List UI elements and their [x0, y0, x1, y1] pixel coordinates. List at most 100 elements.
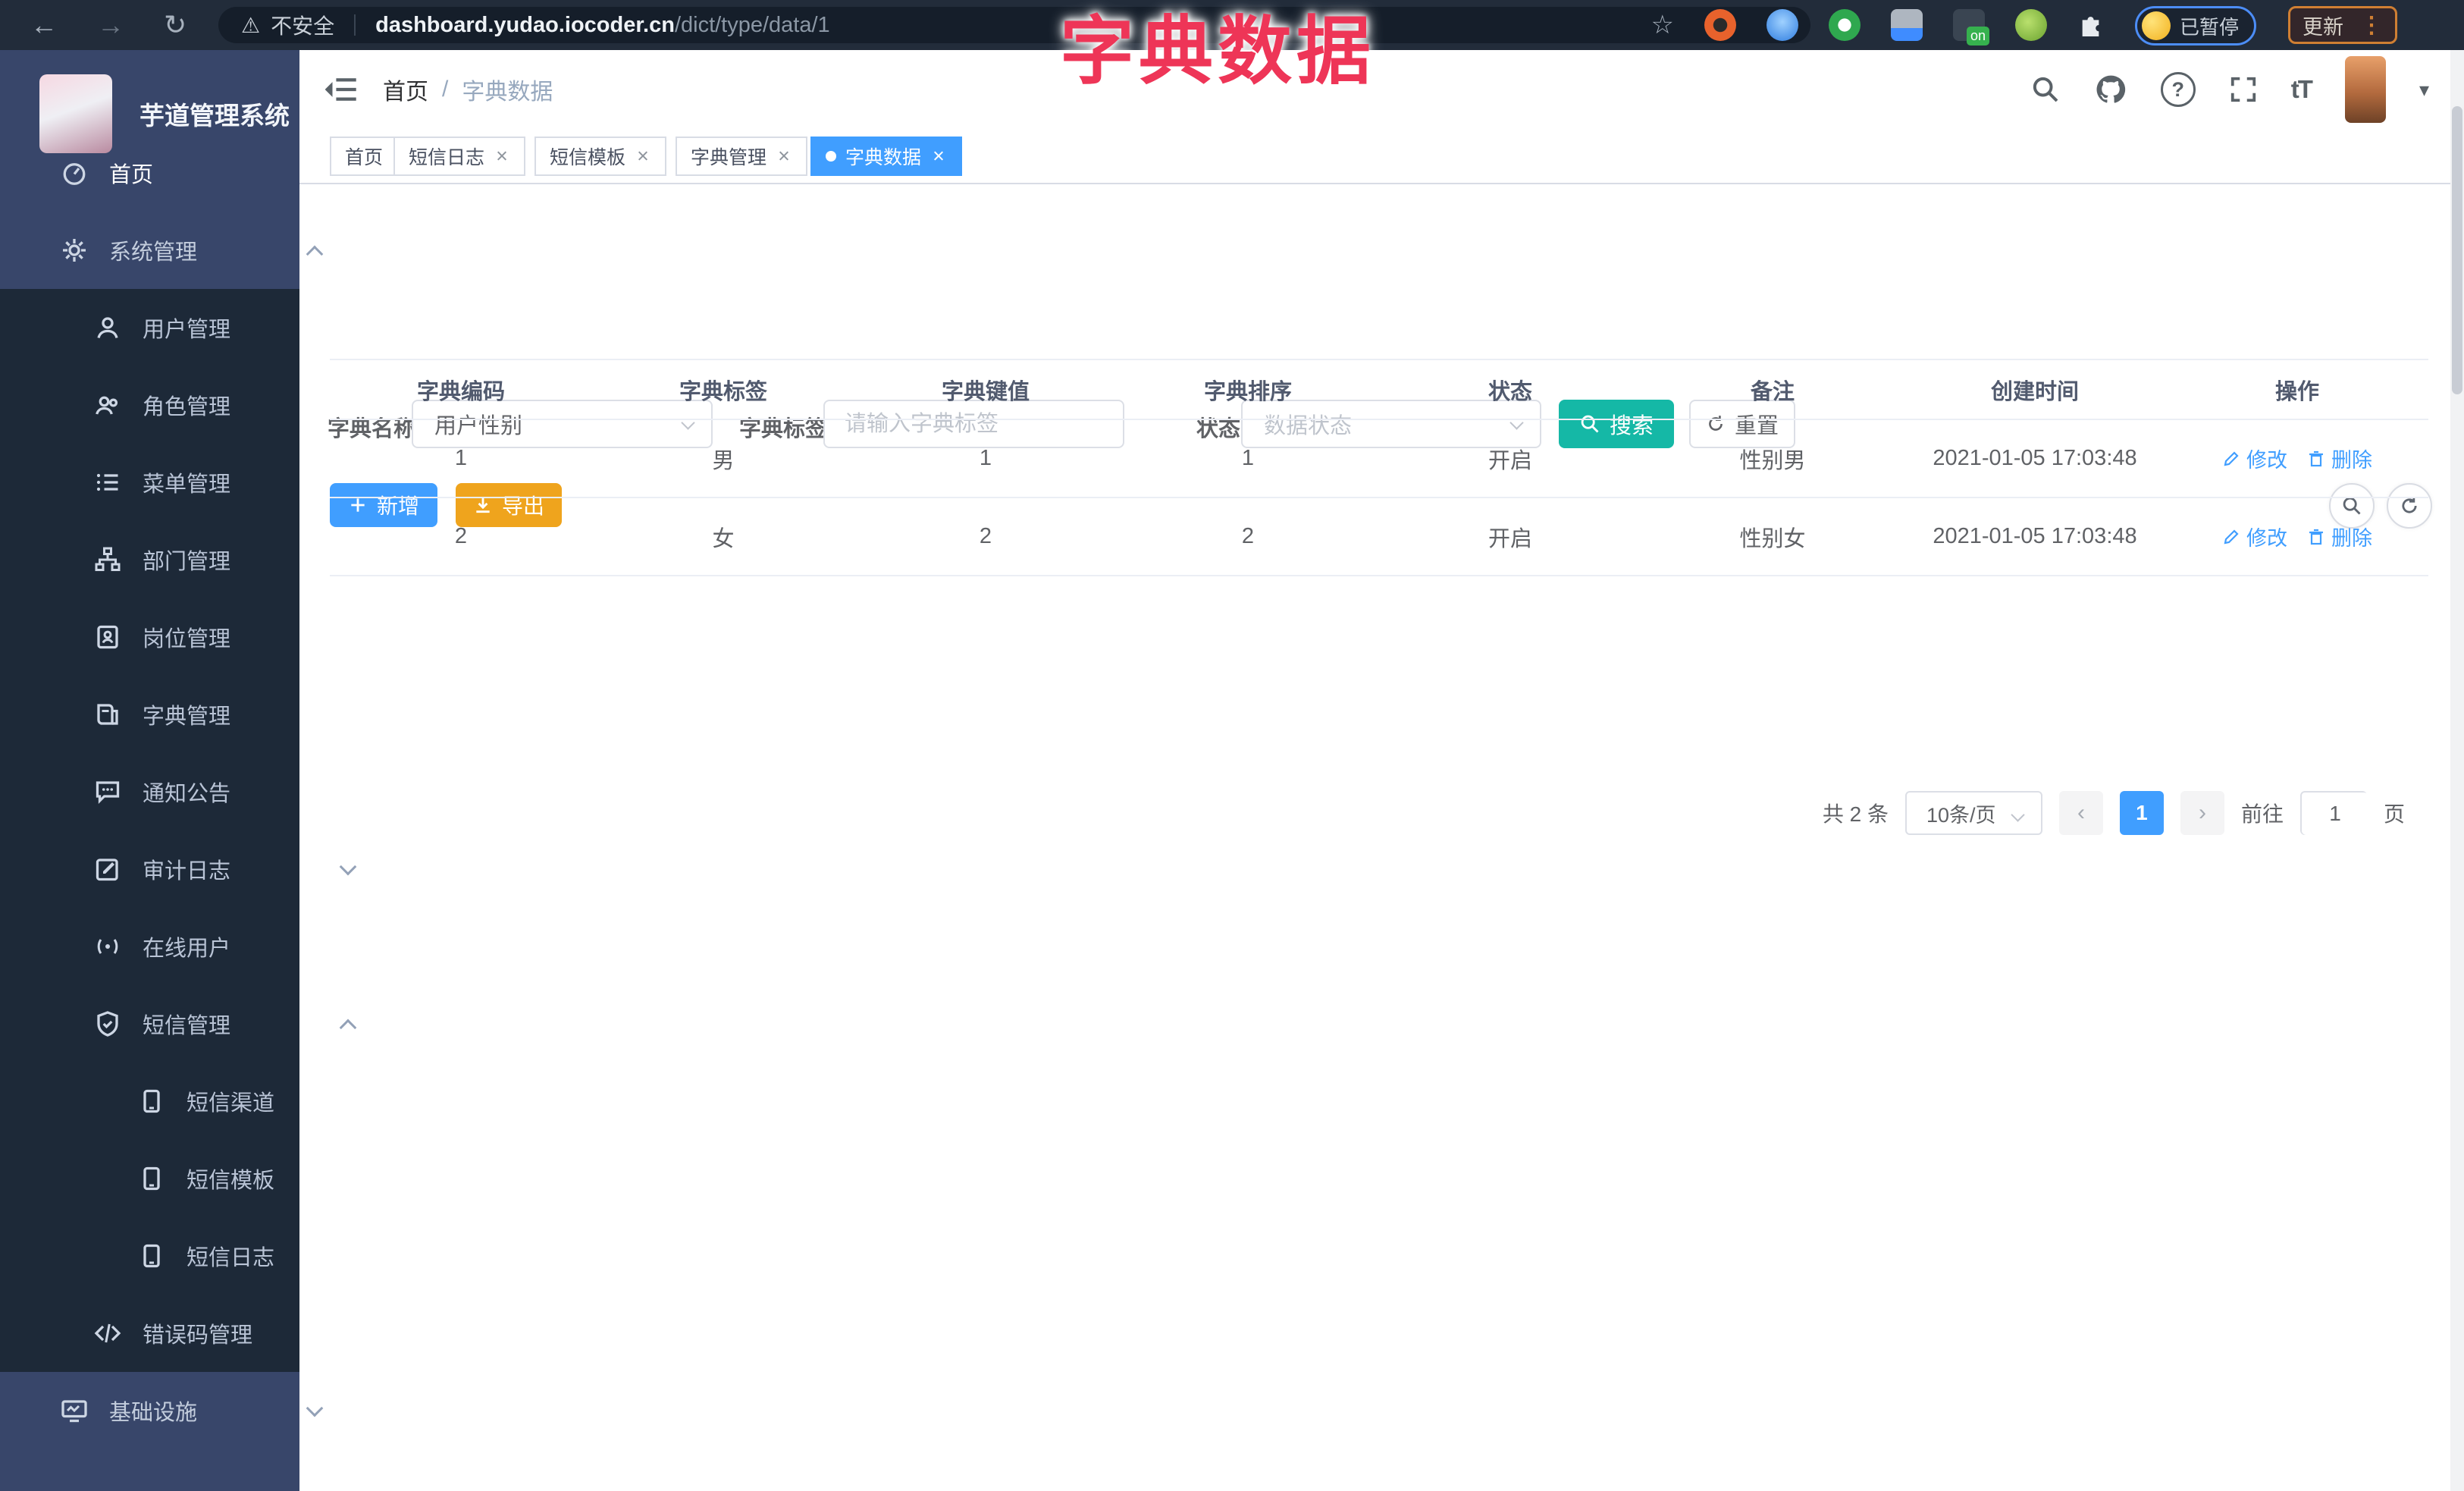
next-page-button[interactable]: › — [2180, 791, 2224, 835]
sidebar-item-infrastructure[interactable]: 基础设施 — [0, 1372, 360, 1449]
github-icon[interactable] — [2094, 73, 2127, 106]
scrollbar-thumb[interactable] — [2452, 106, 2462, 394]
sidebar-item-label: 用户管理 — [143, 318, 231, 342]
trash-icon — [2307, 450, 2325, 468]
close-icon[interactable] — [776, 148, 792, 165]
security-label[interactable]: 不安全 — [271, 10, 334, 40]
breadcrumb-separator: / — [442, 77, 449, 102]
bookmark-star-icon[interactable]: ☆ — [1651, 0, 1674, 50]
prev-page-button[interactable]: ‹ — [2058, 791, 2103, 835]
reload-icon[interactable]: ↻ — [164, 0, 187, 50]
sidebar-item-dept-management[interactable]: 部门管理 — [0, 521, 393, 598]
sidebar-item-menu-management[interactable]: 菜单管理 — [0, 444, 393, 521]
forward-icon[interactable]: → — [97, 0, 124, 50]
tab-label: 短信日志 — [409, 147, 485, 168]
tab-label: 首页 — [345, 147, 384, 168]
on-badge-ext-icon[interactable]: on — [1953, 9, 1989, 46]
chevron-down-icon — [306, 1399, 324, 1417]
column-header: 字典排序 — [1203, 379, 1292, 404]
cell-value: 2 — [979, 524, 992, 548]
sidebar-item-audit-log[interactable]: 审计日志 — [0, 830, 393, 908]
sidebar-item-system-management[interactable]: 系统管理 — [0, 212, 360, 289]
sidebar-item-sms-log[interactable]: 短信日志 — [0, 1217, 437, 1295]
table-row: 1 男 1 1 开启 性别男 2021-01-05 17:03:48 修改 删除 — [330, 420, 2428, 498]
sidebar-item-sms-template[interactable]: 短信模板 — [0, 1140, 437, 1217]
edit-pencil-icon — [2222, 450, 2240, 468]
sidebar-item-label: 首页 — [109, 163, 154, 187]
sidebar-item-post-management[interactable]: 岗位管理 — [0, 598, 393, 676]
dashboard-icon — [61, 159, 88, 187]
dict-data-table: 字典编码 字典标签 字典键值 字典排序 状态 备注 创建时间 操作 1 男 1 … — [330, 359, 2428, 576]
url-divider — [354, 14, 356, 36]
sidebar-item-user-management[interactable]: 用户管理 — [0, 289, 393, 366]
edit-link[interactable]: 修改 — [2222, 522, 2287, 551]
cell-created: 2021-01-05 17:03:48 — [1933, 524, 2137, 548]
edit-pencil-icon — [2222, 528, 2240, 546]
users-icon — [94, 391, 121, 419]
cell-sort: 2 — [1241, 524, 1255, 548]
monitor-chart-icon — [61, 1397, 88, 1424]
phone-icon — [138, 1165, 165, 1192]
column-header: 操作 — [2274, 379, 2319, 404]
goto-page-input[interactable] — [2299, 791, 2368, 835]
edit-link-label: 修改 — [2246, 527, 2287, 550]
page-number-1[interactable]: 1 — [2119, 791, 2164, 835]
app-header: 首页 / 字典数据 ? tT ▾ — [299, 50, 2464, 129]
breadcrumb-root[interactable]: 首页 — [383, 73, 428, 106]
user-avatar[interactable] — [2344, 56, 2386, 123]
screen: ← → ↻ ⌂ ⚠ 不安全 dashboard.yudao.iocoder.cn… — [0, 0, 2464, 1491]
tab-sms-template[interactable]: 短信模板 — [534, 137, 667, 176]
chevron-up-icon — [306, 245, 324, 263]
tabs-ext-icon[interactable] — [1891, 9, 1923, 41]
delete-link[interactable]: 删除 — [2307, 522, 2372, 551]
cell-remark: 性别女 — [1739, 526, 1806, 551]
cell-status: 开启 — [1487, 448, 1532, 473]
sidebar-item-sms-management[interactable]: 短信管理 — [0, 985, 393, 1063]
tab-dict-management[interactable]: 字典管理 — [676, 137, 808, 176]
green-check-ext-icon[interactable] — [1829, 9, 1861, 41]
tab-home[interactable]: 首页 — [330, 137, 399, 176]
tab-dict-data[interactable]: 字典数据 — [810, 137, 963, 176]
sidebar-item-error-code[interactable]: 错误码管理 — [0, 1295, 393, 1372]
tab-label: 字典数据 — [845, 147, 922, 168]
delete-link[interactable]: 删除 — [2307, 444, 2372, 473]
close-icon[interactable] — [494, 148, 510, 165]
collapse-sidebar-icon[interactable] — [324, 74, 359, 105]
page-suffix-label: 页 — [2383, 802, 2405, 826]
sidebar-item-sms-channel[interactable]: 短信渠道 — [0, 1063, 437, 1140]
sidebar-item-label: 在线用户 — [143, 937, 231, 961]
scrollbar-track — [2450, 50, 2464, 1491]
close-icon[interactable] — [635, 148, 651, 165]
chevron-up-icon — [339, 1019, 357, 1037]
close-icon[interactable] — [930, 148, 947, 165]
goto-page-input-field[interactable] — [2301, 793, 2368, 835]
blue-gem-ext-icon[interactable] — [1766, 9, 1798, 41]
page-size-select[interactable]: 10条/页 — [1904, 791, 2042, 835]
column-header: 状态 — [1487, 379, 1532, 404]
leaf-ext-icon[interactable] — [2015, 9, 2047, 41]
font-size-icon[interactable]: tT — [2291, 75, 2313, 104]
address-bar[interactable]: ⚠ 不安全 dashboard.yudao.iocoder.cn /dict/t… — [218, 7, 1810, 43]
total-label: 共 2 条 — [1822, 802, 1889, 826]
url-host: dashboard.yudao.iocoder.cn — [375, 12, 675, 37]
sidebar-item-notice[interactable]: 通知公告 — [0, 753, 393, 830]
sidebar-item-dict-management[interactable]: 字典管理 — [0, 676, 393, 753]
puzzle-extensions-icon[interactable] — [2077, 10, 2108, 40]
help-icon[interactable]: ? — [2160, 72, 2196, 107]
cell-label: 女 — [712, 526, 735, 551]
browser-profile-chip[interactable]: 已暂停 — [2134, 6, 2256, 46]
tab-sms-log[interactable]: 短信日志 — [393, 137, 526, 176]
edit-link[interactable]: 修改 — [2222, 444, 2287, 473]
tags-view-bar: 首页 短信日志 短信模板 字典管理 字典数据 — [299, 129, 2464, 184]
dropdown-caret-icon[interactable]: ▾ — [2419, 78, 2429, 102]
header-search-icon[interactable] — [2030, 74, 2061, 105]
cell-remark: 性别男 — [1739, 448, 1806, 473]
sidebar-item-role-management[interactable]: 角色管理 — [0, 366, 393, 444]
orange-ext-icon[interactable] — [1704, 9, 1736, 41]
sidebar-item-online-users[interactable]: 在线用户 — [0, 908, 393, 985]
fullscreen-icon[interactable] — [2229, 75, 2258, 104]
back-icon[interactable]: ← — [30, 0, 58, 50]
kebab-menu-icon[interactable]: ⋮ — [2360, 12, 2383, 39]
column-header: 创建时间 — [1990, 379, 2079, 404]
update-button[interactable]: 更新 ⋮ — [2288, 6, 2397, 44]
